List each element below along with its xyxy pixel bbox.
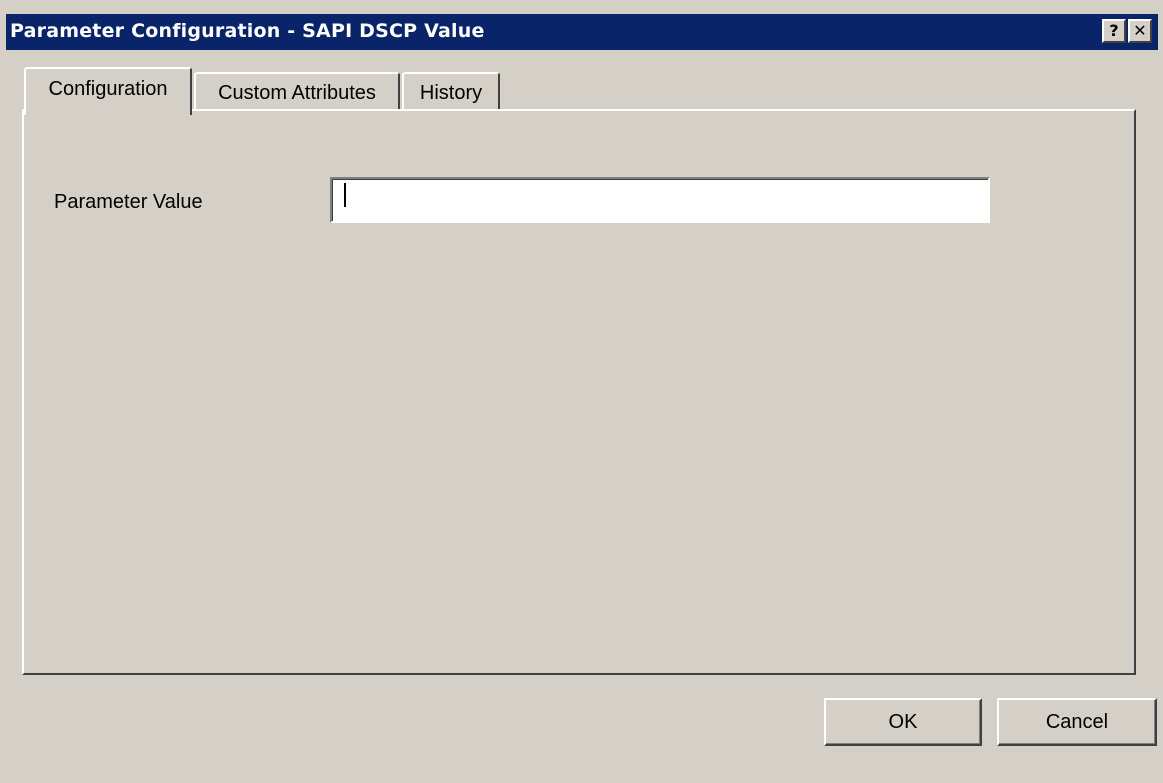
close-icon[interactable]: ✕ — [1128, 19, 1152, 43]
help-icon[interactable]: ? — [1102, 19, 1126, 43]
window-title: Parameter Configuration - SAPI DSCP Valu… — [10, 20, 485, 42]
tab-custom-attributes[interactable]: Custom Attributes — [194, 72, 400, 110]
configuration-panel: Parameter Value — [22, 109, 1136, 675]
parameter-value-label: Parameter Value — [54, 191, 203, 213]
ok-button[interactable]: OK — [824, 698, 982, 746]
tab-history[interactable]: History — [402, 72, 500, 110]
tab-configuration[interactable]: Configuration — [24, 67, 192, 115]
text-caret — [344, 183, 346, 207]
dialog-window: Parameter Configuration - SAPI DSCP Valu… — [0, 0, 1163, 783]
title-bar[interactable]: Parameter Configuration - SAPI DSCP Valu… — [6, 14, 1158, 50]
parameter-value-input[interactable] — [330, 177, 990, 223]
cancel-button[interactable]: Cancel — [997, 698, 1157, 746]
